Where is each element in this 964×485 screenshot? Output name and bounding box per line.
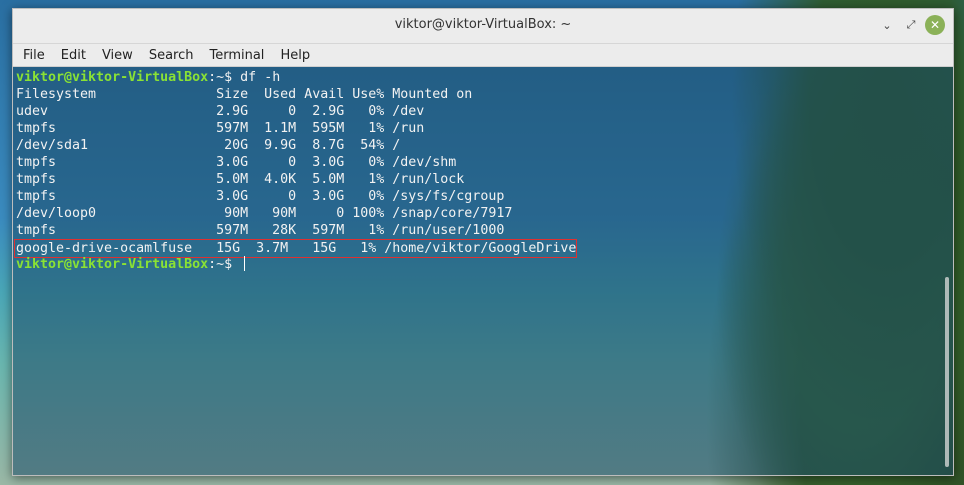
text-cursor [244, 256, 246, 271]
title-bar[interactable]: viktor@viktor-VirtualBox: ~ ⌄ ⤢ ✕ [13, 9, 953, 44]
menu-search[interactable]: Search [147, 48, 202, 63]
table-row: tmpfs 3.0G 0 3.0G 0% /dev/shm [16, 155, 457, 170]
table-row: tmpfs 3.0G 0 3.0G 0% /sys/fs/cgroup [16, 189, 505, 204]
table-row: /dev/loop0 90M 90M 0 100% /snap/core/791… [16, 206, 513, 221]
menu-help[interactable]: Help [278, 48, 318, 63]
menu-edit[interactable]: Edit [59, 48, 94, 63]
maximize-icon[interactable]: ⤢ [901, 15, 921, 35]
menu-bar: File Edit View Search Terminal Help [13, 44, 953, 67]
menu-file[interactable]: File [21, 48, 53, 63]
scrollbar[interactable] [945, 277, 949, 467]
prompt-line[interactable]: viktor@viktor-VirtualBox:~$ [16, 256, 953, 273]
terminal-window[interactable]: viktor@viktor-VirtualBox: ~ ⌄ ⤢ ✕ File E… [12, 8, 954, 476]
prompt-user-host: viktor@viktor-VirtualBox [16, 70, 209, 85]
table-row: udev 2.9G 0 2.9G 0% /dev [16, 104, 425, 119]
table-header: Filesystem Size Used Avail Use% Mounted … [16, 87, 473, 102]
prompt-suffix: :~$ [208, 257, 241, 272]
table-row: tmpfs 597M 28K 597M 1% /run/user/1000 [16, 223, 505, 238]
menu-view[interactable]: View [100, 48, 141, 63]
window-controls: ⌄ ⤢ ✕ [877, 15, 945, 35]
menu-terminal[interactable]: Terminal [207, 48, 272, 63]
table-row: /dev/sda1 20G 9.9G 8.7G 54% / [16, 138, 401, 153]
table-row: tmpfs 5.0M 4.0K 5.0M 1% /run/lock [16, 172, 465, 187]
table-row: tmpfs 597M 1.1M 595M 1% /run [16, 121, 425, 136]
window-title: viktor@viktor-VirtualBox: ~ [394, 17, 572, 32]
command-line: viktor@viktor-VirtualBox:~$ df -h [16, 69, 953, 86]
terminal-output[interactable]: viktor@viktor-VirtualBox:~$ df -h Filesy… [13, 67, 953, 475]
prompt-suffix: :~$ [208, 70, 241, 85]
minimize-icon[interactable]: ⌄ [877, 15, 897, 35]
prompt-user-host: viktor@viktor-VirtualBox [16, 257, 209, 272]
command-text: df -h [240, 70, 281, 85]
highlighted-row-line: google-drive-ocamlfuse 15G 3.7M 15G 1% /… [14, 239, 953, 258]
close-icon[interactable]: ✕ [925, 15, 945, 35]
desktop-background: viktor@viktor-VirtualBox: ~ ⌄ ⤢ ✕ File E… [0, 0, 964, 485]
